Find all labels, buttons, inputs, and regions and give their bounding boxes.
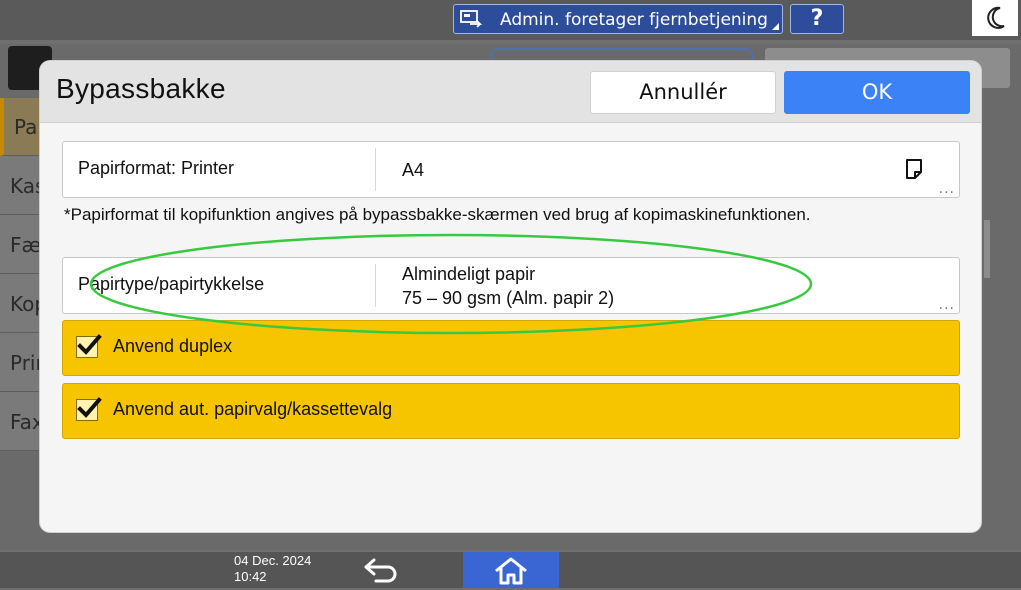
paper-format-label: Papirformat: Printer <box>78 158 235 178</box>
background-tab-printer: Prin <box>0 334 40 392</box>
remote-operation-icon <box>460 10 483 28</box>
dropdown-corner-icon <box>772 23 779 30</box>
sleep-button[interactable] <box>972 0 1018 36</box>
dialog-header: Bypassbakke Annullér OK <box>40 61 981 123</box>
copy-format-note: *Papirformat til kopifunktion angives på… <box>64 205 811 224</box>
paper-orientation-icon <box>906 159 922 179</box>
cancel-button[interactable]: Annullér <box>590 71 776 114</box>
background-tab-paper: Pap <box>0 98 40 156</box>
auto-select-checkbox-row[interactable]: Anvend aut. papirvalg/kassettevalg <box>62 383 960 439</box>
paper-type-value-line2: 75 – 90 gsm (Alm. papir 2) <box>402 288 615 308</box>
moon-icon <box>987 6 1005 29</box>
row-divider <box>375 264 376 307</box>
background-tab-fax: Fax <box>0 393 40 451</box>
background-tab-cassette: Kas <box>0 157 40 215</box>
row-divider <box>375 148 376 191</box>
duplex-checkbox[interactable] <box>76 334 102 358</box>
ok-button[interactable]: OK <box>784 71 970 114</box>
background-right-element <box>984 220 990 278</box>
home-icon <box>495 557 527 585</box>
paper-type-row[interactable]: Papirtype/papirtykkelse Almindeligt papi… <box>62 257 960 314</box>
paper-type-value: Almindeligt papir 75 – 90 gsm (Alm. papi… <box>402 262 614 310</box>
paper-format-row[interactable]: Papirformat: Printer A4 ... <box>62 141 960 198</box>
checkmark-icon <box>77 334 102 355</box>
auto-select-checkbox[interactable] <box>76 397 102 421</box>
duplex-label: Anvend duplex <box>113 336 233 356</box>
home-button[interactable] <box>463 552 559 588</box>
auto-select-label: Anvend aut. papirvalg/kassettevalg <box>113 399 393 419</box>
admin-remote-label: Admin. foretager fjernbetjening <box>500 10 768 30</box>
background-tab-common: Fæl <box>0 216 40 274</box>
paper-type-value-line1: Almindeligt papir <box>402 264 536 284</box>
background-tab-copy: Kop <box>0 275 40 333</box>
help-button[interactable]: ? <box>790 4 844 34</box>
date-time: 04 Dec. 2024 10:42 <box>234 553 311 585</box>
paper-type-label: Papirtype/papirtykkelse <box>78 274 265 294</box>
dialog-title: Bypassbakke <box>56 73 226 104</box>
duplex-checkbox-row[interactable]: Anvend duplex <box>62 320 960 376</box>
back-arrow-icon <box>364 558 397 583</box>
date-text: 04 Dec. 2024 <box>234 553 312 568</box>
paper-format-value: A4 <box>402 160 425 180</box>
time-text: 10:42 <box>234 569 267 584</box>
checkmark-icon <box>77 397 102 418</box>
background-sidebar: Pap Kas Fæl Kop Prin Fax <box>0 98 40 451</box>
bypass-tray-dialog: Bypassbakke Annullér OK Papirformat: Pri… <box>40 61 981 532</box>
admin-remote-button[interactable]: Admin. foretager fjernbetjening <box>453 4 783 34</box>
more-indicator: ... <box>938 181 955 197</box>
back-button[interactable] <box>360 554 404 586</box>
more-indicator: ... <box>938 297 955 313</box>
